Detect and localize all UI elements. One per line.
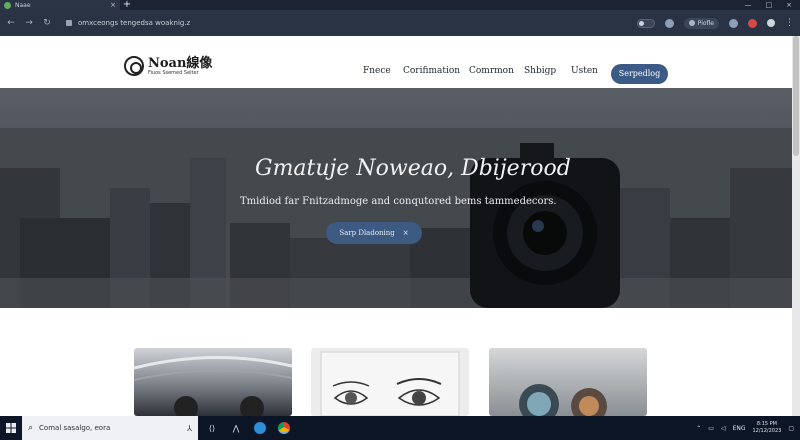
profile-label: Piofle [697,19,714,27]
tab-favicon-icon [4,1,11,9]
browser-tab-strip: Naae × + — □ × [0,0,800,10]
lens-image [519,384,607,416]
logo-name: Noan線像 [148,55,213,71]
tab-title: Naae [15,1,31,9]
cta-button[interactable]: Serpedlog [611,64,668,84]
widgets-icon[interactable]: ⋀ [230,422,242,434]
tab-close-icon[interactable]: × [110,1,116,9]
page-scrollbar[interactable] [792,36,800,416]
puzzle-extensions-icon[interactable] [729,18,738,28]
browser-tab[interactable]: Naae × [0,0,120,10]
nav-item-2[interactable]: Corifimation [403,66,460,76]
clock-date: 12/12/2023 [752,428,782,434]
account-icon[interactable] [767,19,775,27]
scrollbar-thumb[interactable] [793,36,799,156]
forward-arrow-icon[interactable]: → [24,18,34,28]
notifications-icon[interactable]: ▢ [788,425,794,432]
nav-item-5[interactable]: Usten [571,66,598,76]
url-text[interactable]: omxceongs tengedsa woaknig.z [78,19,190,27]
home-icon[interactable] [66,20,72,26]
feature-cards [0,308,792,416]
card-eye-sketch[interactable] [311,348,469,416]
red-extension-icon[interactable] [748,18,757,28]
chevron-up-icon[interactable]: ⌃ [696,425,701,432]
profile-button[interactable]: Piofle [683,17,719,29]
hero-banner: Gmatuje Noweao, Dbijerood Tmidiod far Fn… [0,88,792,308]
hero-title: Gmatuje Noweao, Dbijerood [255,156,571,181]
browser-menu-icon[interactable]: ⋮ [785,18,794,28]
language-indicator[interactable]: ENG [733,425,746,432]
card-lens[interactable] [489,348,647,416]
network-icon[interactable]: ▭ [708,425,714,432]
system-tray: ⌃ ▭ ◁ ENG 8:15 PM 12/12/2023 ▢ [696,421,800,435]
logo-mark-icon [124,56,144,76]
close-window-button[interactable]: × [786,1,792,9]
maximize-button[interactable]: □ [766,1,773,9]
nav-item-1[interactable]: Fnece [363,66,391,76]
hero-subtitle: Tmidiod far Fnitzadmoge and conqutored b… [240,196,557,207]
search-icon: ⌕ [28,423,34,433]
taskbar: ⌕ Comal sasalgo, eora ⅄ ⟨⟩ ⋀ ⌃ ▭ ◁ ENG 8… [0,416,800,440]
city-skyline-camera-image [0,128,792,308]
hero-cta-button[interactable]: Sarp Dladoning × [326,222,422,244]
search-placeholder[interactable]: Comal sasalgo, eora [39,424,181,432]
edge-icon[interactable] [254,422,266,434]
windows-logo-icon [6,423,16,433]
new-tab-button[interactable]: + [120,0,134,10]
clock-time: 8:15 PM [756,421,777,427]
toggle-switch[interactable] [636,18,655,28]
close-icon: × [402,229,409,237]
clock[interactable]: 8:15 PM 12/12/2023 [753,421,782,435]
volume-icon[interactable]: ◁ [721,425,726,432]
address-bar[interactable]: omxceongs tengedsa woaknig.z [60,15,600,31]
taskbar-apps: ⟨⟩ ⋀ [198,422,290,434]
back-arrow-icon[interactable]: ← [6,18,16,28]
nav-item-4[interactable]: Shbigp [524,66,556,76]
site-logo[interactable]: Noan線像 Fiuos Ssemed Selter [124,56,212,76]
eye-sketch-image [320,351,460,416]
architecture-image [134,355,292,416]
profile-avatar-icon [688,20,695,26]
site-header: Noan線像 Fiuos Ssemed Selter Fnece Corifim… [0,36,792,90]
reload-icon[interactable]: ↻ [42,18,52,28]
card-architecture[interactable] [134,348,292,416]
browser-toolbar: ← → ↻ omxceongs tengedsa woaknig.z Piofl… [0,10,800,36]
nav-item-3[interactable]: Comrmon [469,66,514,76]
hero-cta-label: Sarp Dladoning [339,229,395,237]
chrome-icon[interactable] [278,422,290,434]
start-button[interactable] [0,416,22,440]
task-view-icon[interactable]: ⟨⟩ [206,422,218,434]
screen: Naae × + — □ × ← → ↻ omxceongs tengedsa … [0,0,800,440]
window-controls: — □ × [745,1,800,9]
minimize-button[interactable]: — [745,1,752,9]
taskbar-search[interactable]: ⌕ Comal sasalgo, eora ⅄ [22,416,198,440]
toolbar-actions: Piofle ⋮ [636,17,794,29]
extension-icon[interactable] [664,18,674,28]
microphone-icon[interactable]: ⅄ [187,424,192,433]
web-page: Noan線像 Fiuos Ssemed Selter Fnece Corifim… [0,36,792,416]
